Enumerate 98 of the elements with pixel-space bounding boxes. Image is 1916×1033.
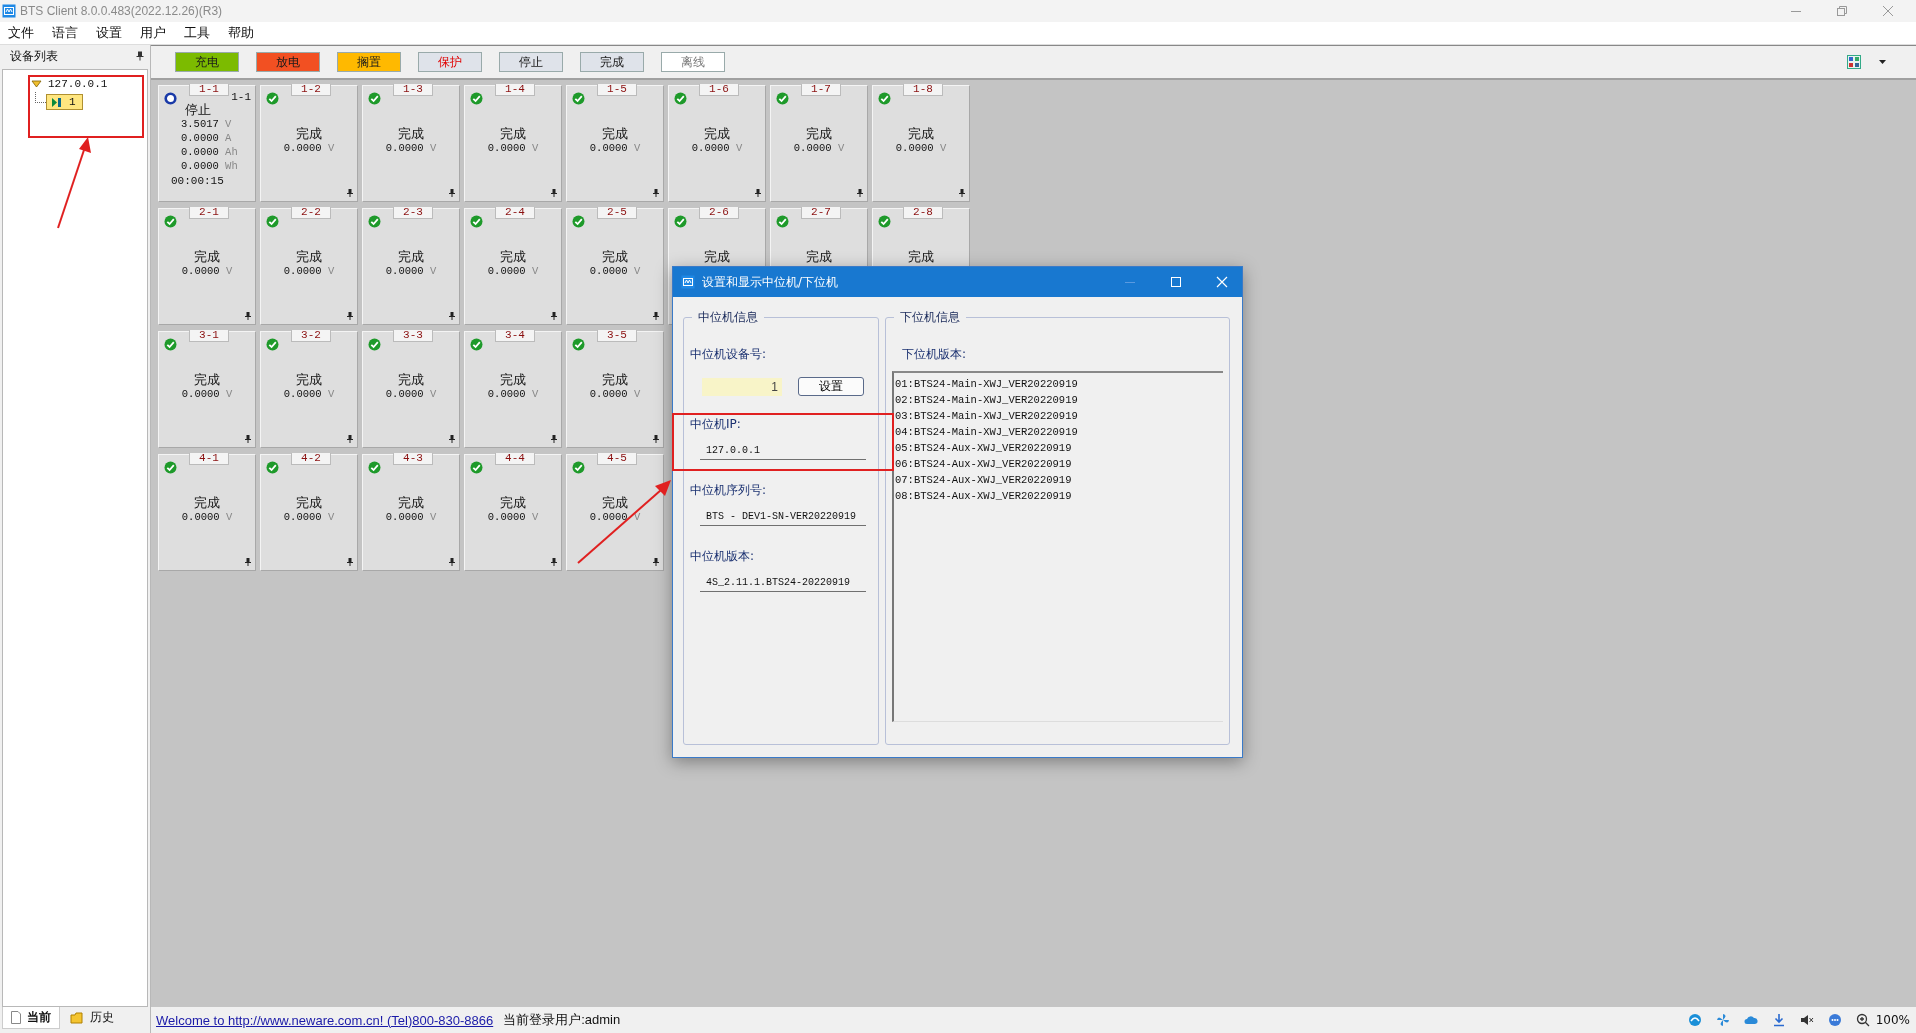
channel-label: 1-8	[903, 84, 943, 96]
channel-label: 4-3	[393, 453, 433, 465]
channel-label: 2-4	[495, 207, 535, 219]
channel-label: 1-2	[291, 84, 331, 96]
status-text: 完成	[398, 126, 424, 141]
login-user-text: 当前登录用户:admin	[503, 1011, 621, 1029]
reading-text: 0.0000 V	[385, 264, 437, 278]
reading-text: 0.0000 V	[283, 510, 335, 524]
channel-label: 2-3	[393, 207, 433, 219]
reading-text: 0.0000 V	[181, 387, 233, 401]
channel-label: 1-4	[495, 84, 535, 96]
status-legend: 停止	[499, 52, 563, 72]
reading-text: 0.0000 V	[385, 141, 437, 155]
status-text: 完成	[602, 495, 628, 510]
channel-id: 1-1	[231, 91, 251, 103]
channel-label: 1-3	[393, 84, 433, 96]
reading-text: 0.0000 V	[895, 141, 947, 155]
reading-text: 0.0000 V	[181, 264, 233, 278]
status-text: 完成	[500, 249, 526, 264]
reading-text: 0.0000 Ah	[180, 145, 238, 159]
status-text: 完成	[296, 249, 322, 264]
channel-label: 4-1	[189, 453, 229, 465]
channel-label: 1-6	[699, 84, 739, 96]
status-text: 完成	[194, 249, 220, 264]
status-legend: 放电	[256, 52, 320, 72]
reading-text: 0.0000 V	[793, 141, 845, 155]
status-text: 完成	[296, 126, 322, 141]
reading-text: 0.0000 V	[487, 387, 539, 401]
channel-label: 4-2	[291, 453, 331, 465]
reading-text: 0.0000 V	[691, 141, 743, 155]
field-label: 中位机序列号:	[690, 482, 768, 499]
status-text: 完成	[500, 495, 526, 510]
status-text: 完成	[806, 126, 832, 141]
status-text: 完成	[704, 126, 730, 141]
panel-title: 设备列表	[10, 47, 58, 65]
channel-label: 3-2	[291, 330, 331, 342]
reading-text: 0.0000 V	[589, 387, 641, 401]
channel-label: 2-7	[801, 207, 841, 219]
reading-text: 3.5017 V	[180, 117, 232, 131]
reading-text: 0.0000 V	[589, 264, 641, 278]
channel-label: 4-4	[495, 453, 535, 465]
channel-label: 3-4	[495, 330, 535, 342]
channel-label: 2-2	[291, 207, 331, 219]
reading-text: 0.0000 V	[385, 387, 437, 401]
elapsed-time: 00:00:15	[171, 174, 224, 189]
status-text: 停止	[184, 102, 211, 117]
window-title: BTS Client 8.0.0.483(2022.12.26)(R3)	[20, 4, 223, 18]
channel-label: 2-6	[699, 207, 739, 219]
status-text: 完成	[500, 372, 526, 387]
status-text: 完成	[806, 249, 832, 264]
status-legend: 保护	[418, 52, 482, 72]
channel-label: 2-1	[189, 207, 229, 219]
status-text: 完成	[908, 126, 934, 141]
status-legend: 完成	[580, 52, 644, 72]
reading-text: 0.0000 V	[283, 264, 335, 278]
reading-text: 0.0000 V	[589, 141, 641, 155]
reading-text: 0.0000 V	[283, 387, 335, 401]
status-text: 完成	[194, 495, 220, 510]
zoom-level: 100%	[1875, 1013, 1910, 1027]
field-label: 中位机设备号:	[690, 346, 768, 363]
reading-text: 0.0000 Wh	[180, 159, 238, 173]
reading-text: 0.0000 V	[181, 510, 233, 524]
status-text: 完成	[296, 372, 322, 387]
field-label: 中位机IP:	[690, 416, 742, 433]
status-text: 完成	[296, 495, 322, 510]
channel-label: 1-1	[189, 84, 229, 96]
status-text: 完成	[908, 249, 934, 264]
reading-text: 0.0000 V	[487, 141, 539, 155]
status-text: 完成	[194, 372, 220, 387]
dialog-title: 设置和显示中位机/下位机	[702, 273, 839, 291]
channel-label: 1-5	[597, 84, 637, 96]
reading-text: 0.0000 V	[283, 141, 335, 155]
status-text: 完成	[704, 249, 730, 264]
status-text: 完成	[602, 126, 628, 141]
field-label: 下位机版本:	[902, 346, 968, 363]
status-text: 完成	[398, 249, 424, 264]
channel-label: 3-1	[189, 330, 229, 342]
reading-text: 0.0000 V	[385, 510, 437, 524]
reading-text: 0.0000 V	[487, 264, 539, 278]
channel-label: 3-3	[393, 330, 433, 342]
reading-text: 0.0000 V	[487, 510, 539, 524]
channel-label: 2-8	[903, 207, 943, 219]
status-legend: 搁置	[337, 52, 401, 72]
group-title: 中位机信息	[697, 309, 759, 326]
status-text: 完成	[602, 372, 628, 387]
reading-text: 0.0000 A	[180, 131, 232, 145]
status-text: 完成	[602, 249, 628, 264]
group-title: 下位机信息	[899, 309, 961, 326]
status-text: 完成	[398, 372, 424, 387]
channel-label: 3-5	[597, 330, 637, 342]
status-legend: 离线	[661, 52, 725, 72]
channel-label: 2-5	[597, 207, 637, 219]
field-label: 中位机版本:	[690, 548, 756, 565]
status-text: 完成	[500, 126, 526, 141]
channel-label: 4-5	[597, 453, 637, 465]
channel-label: 1-7	[801, 84, 841, 96]
status-text: 完成	[398, 495, 424, 510]
status-legend: 充电	[175, 52, 239, 72]
